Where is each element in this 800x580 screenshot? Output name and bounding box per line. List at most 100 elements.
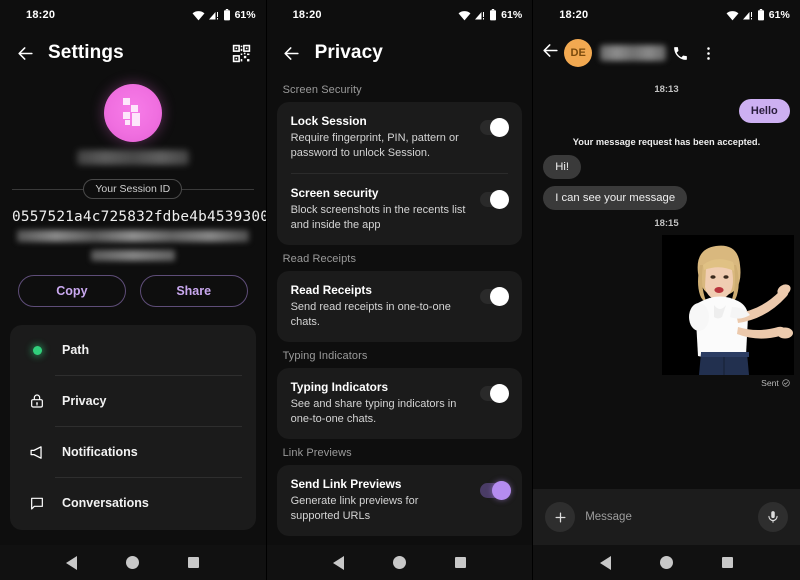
plus-icon[interactable] bbox=[545, 502, 576, 532]
copy-button[interactable]: Copy bbox=[18, 275, 126, 307]
three-panel-screenshot: 18:20 61% Settings Your Session ID 05575… bbox=[0, 0, 800, 580]
battery-icon bbox=[490, 9, 497, 21]
person-sticker-image[interactable] bbox=[661, 235, 794, 375]
status-bar: 18:20 61% bbox=[0, 0, 266, 30]
nav-recents-square[interactable] bbox=[722, 557, 734, 568]
pref-send-link-previews[interactable]: Send Link Previews Generate link preview… bbox=[277, 465, 523, 536]
preference-card: Lock Session Require fingerprint, PIN, p… bbox=[276, 102, 523, 246]
nav-home-circle[interactable] bbox=[392, 556, 406, 569]
section-heading: Screen Security bbox=[282, 84, 362, 96]
display-name-redacted bbox=[76, 150, 189, 165]
status-time: 18:20 bbox=[292, 9, 322, 21]
session-id-actions: Copy Share bbox=[0, 261, 266, 307]
message-bubble-incoming[interactable]: Hi! bbox=[543, 155, 581, 179]
panel-settings: 18:20 61% Settings Your Session ID 05575… bbox=[0, 0, 267, 580]
wifi-icon bbox=[192, 10, 205, 20]
toggle-read-receipts[interactable] bbox=[480, 287, 510, 307]
toggle-screen-security[interactable] bbox=[480, 190, 510, 210]
megaphone-icon bbox=[24, 444, 50, 461]
message-composer: Message bbox=[533, 489, 800, 545]
status-bar: 18:20 61% bbox=[266, 0, 533, 30]
nav-back-triangle[interactable] bbox=[333, 555, 345, 570]
avatar[interactable]: DE bbox=[564, 39, 593, 67]
toggle-send-link-previews[interactable] bbox=[480, 481, 512, 501]
sidebar-item-conversations[interactable]: Conversations bbox=[10, 478, 256, 528]
toggle-lock-session[interactable] bbox=[480, 118, 510, 137]
status-icons: 61% bbox=[458, 9, 522, 21]
panel-chat: 18:20 61% DE 18:13 Hello Your message re… bbox=[533, 0, 800, 580]
sidebar-item-privacy[interactable]: Privacy bbox=[10, 376, 256, 426]
chat-box-icon bbox=[24, 495, 50, 511]
system-message: Your message request has been accepted. bbox=[572, 137, 761, 147]
settings-app-bar: Settings bbox=[0, 30, 266, 76]
section-heading: Link Previews bbox=[282, 447, 352, 460]
message-timestamp: 18:15 bbox=[654, 218, 679, 229]
android-nav-bar bbox=[0, 545, 266, 580]
back-arrow-icon[interactable] bbox=[277, 38, 307, 68]
back-arrow-icon[interactable] bbox=[10, 38, 40, 68]
contact-name-redacted bbox=[600, 45, 667, 61]
session-id-value: 0557521a4c725832fdbe4b4539300 bbox=[12, 209, 267, 225]
pref-description: Require fingerprint, PIN, pattern or pas… bbox=[290, 132, 459, 159]
preference-card: Send Link Previews Generate link preview… bbox=[276, 465, 523, 537]
pref-lock-session[interactable]: Lock Session Require fingerprint, PIN, p… bbox=[277, 102, 523, 173]
android-nav-bar bbox=[266, 545, 533, 580]
session-id-redacted-line-3 bbox=[90, 250, 175, 261]
page-title: Privacy bbox=[314, 42, 383, 63]
nav-home-circle[interactable] bbox=[126, 556, 140, 569]
preference-card: Read Receipts Send read receipts in one-… bbox=[276, 271, 523, 343]
nav-back-triangle[interactable] bbox=[599, 555, 611, 570]
status-time: 18:20 bbox=[559, 9, 589, 21]
pref-description: Block screenshots in the recents list an… bbox=[290, 204, 466, 231]
wifi-icon bbox=[458, 10, 471, 20]
microphone-icon[interactable] bbox=[757, 502, 788, 532]
chat-app-bar: DE bbox=[533, 30, 800, 76]
preference-card: Typing Indicators See and share typing i… bbox=[276, 368, 523, 440]
message-timestamp: 18:13 bbox=[654, 84, 679, 95]
status-icons: 61% bbox=[726, 9, 790, 21]
privacy-app-bar: Privacy bbox=[267, 30, 533, 76]
nav-back-triangle[interactable] bbox=[66, 555, 78, 570]
battery-icon bbox=[757, 9, 764, 21]
session-id-block: 0557521a4c725832fdbe4b4539300 bbox=[0, 199, 266, 261]
sidebar-item-notifications[interactable]: Notifications bbox=[10, 427, 256, 477]
battery-percent: 61% bbox=[501, 9, 523, 21]
message-bubble-incoming[interactable]: I can see your message bbox=[543, 186, 688, 210]
pref-description: Generate link previews for supported URL… bbox=[290, 495, 419, 522]
pref-read-receipts[interactable]: Read Receipts Send read receipts in one-… bbox=[277, 271, 523, 342]
outgoing-message-row: Hello bbox=[533, 99, 800, 123]
page-title: Settings bbox=[48, 42, 124, 63]
message-input[interactable]: Message bbox=[585, 511, 748, 523]
signal-icon bbox=[475, 11, 485, 19]
section-heading: Read Receipts bbox=[282, 253, 357, 266]
message-bubble-outgoing[interactable]: Hello bbox=[738, 99, 790, 123]
toggle-typing-indicators[interactable] bbox=[480, 384, 510, 404]
panel-privacy: 18:20 61% Privacy Screen Security Lock S… bbox=[266, 0, 534, 580]
avatar-container[interactable] bbox=[0, 84, 266, 142]
battery-percent: 61% bbox=[768, 9, 790, 21]
chat-messages[interactable]: 18:13 Hello Your message request has bee… bbox=[533, 76, 800, 515]
pref-description: See and share typing indicators in one-t… bbox=[290, 398, 457, 425]
privacy-settings-list[interactable]: Screen Security Lock Session Require fin… bbox=[267, 76, 533, 537]
wifi-icon bbox=[726, 10, 739, 20]
more-vertical-icon[interactable] bbox=[694, 39, 722, 67]
nav-recents-square[interactable] bbox=[454, 557, 466, 568]
nav-home-circle[interactable] bbox=[659, 556, 673, 569]
pref-title: Send Link Previews bbox=[290, 477, 402, 492]
qr-code-icon[interactable] bbox=[228, 39, 256, 67]
status-bar: 18:20 61% bbox=[533, 0, 800, 30]
phone-icon[interactable] bbox=[666, 39, 694, 67]
nav-recents-square[interactable] bbox=[188, 557, 200, 568]
pref-screen-security[interactable]: Screen security Block screenshots in the… bbox=[277, 174, 523, 245]
battery-percent: 61% bbox=[234, 9, 256, 21]
sidebar-item-path[interactable]: Path bbox=[10, 325, 256, 375]
android-nav-bar bbox=[533, 545, 800, 580]
share-button[interactable]: Share bbox=[139, 275, 248, 307]
session-id-redacted-line-2 bbox=[16, 230, 249, 242]
status-time: 18:20 bbox=[26, 9, 56, 21]
back-arrow-icon[interactable] bbox=[541, 41, 560, 65]
lock-icon bbox=[24, 393, 50, 409]
pref-typing-indicators[interactable]: Typing Indicators See and share typing i… bbox=[277, 368, 523, 439]
profile-avatar[interactable] bbox=[103, 84, 162, 142]
status-dot-icon bbox=[24, 345, 50, 355]
